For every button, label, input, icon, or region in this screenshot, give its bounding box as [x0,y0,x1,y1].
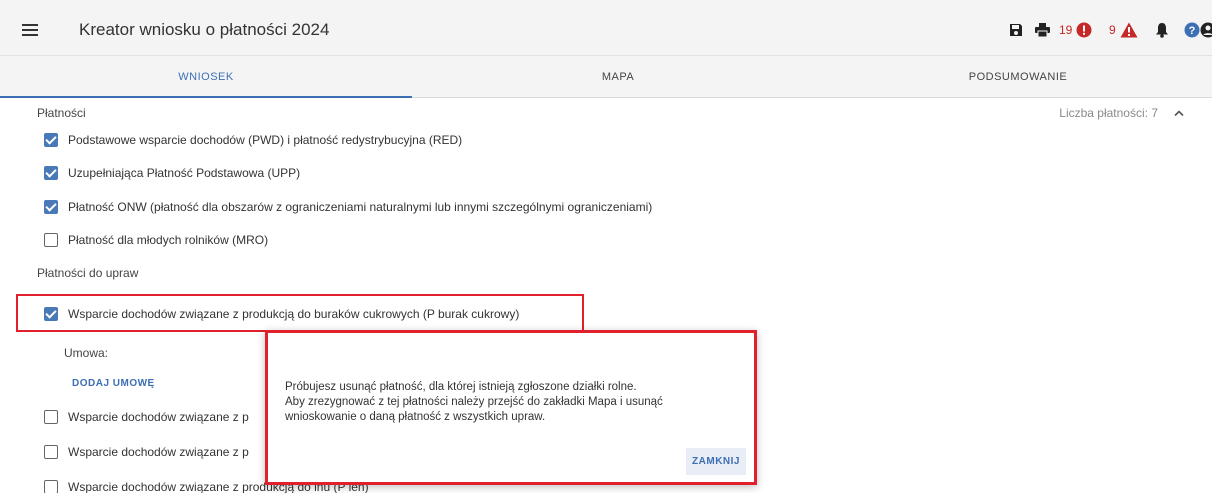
payments-count: Liczba płatności: 7 [1059,106,1158,120]
payment-item-upp[interactable]: Uzupełniająca Płatność Podstawowa (UPP) [44,164,300,182]
dialog-message: Próbujesz usunąć płatność, dla której is… [285,380,745,425]
payment-label: Podstawowe wsparcie dochodów (PWD) i pła… [68,133,463,147]
page-title: Kreator wniosku o płatności 2024 [79,20,330,39]
payment-label: Płatność ONW (płatność dla obszarów z og… [68,200,653,214]
crop-payments-section-title: Płatności do upraw [37,266,139,280]
checkbox-unchecked[interactable] [44,480,58,493]
tab-podsumowanie[interactable]: PODSUMOWANIE [824,56,1212,98]
payment-label: Uzupełniająca Płatność Podstawowa (UPP) [68,166,301,180]
checkbox-unchecked[interactable] [44,445,58,459]
contract-label: Umowa: [64,346,109,360]
app-header: Kreator wniosku o płatności 2024 19 9 ? [0,0,1212,56]
add-contract-button[interactable]: DODAJ UMOWĘ [72,378,155,389]
close-dialog-button[interactable]: ZAMKNIJ [686,448,746,475]
checkbox-checked[interactable] [44,166,58,180]
error-icon[interactable] [1076,22,1092,38]
payment-item-mro[interactable]: Płatność dla młodych rolników (MRO) [44,231,268,249]
svg-text:?: ? [1189,25,1196,37]
checkbox-unchecked[interactable] [44,410,58,424]
bell-icon[interactable] [1155,22,1169,38]
crop-payment-sugar-beet[interactable]: Wsparcie dochodów związane z produkcją d… [44,305,519,323]
help-icon[interactable]: ? [1184,22,1200,38]
tab-bar: WNIOSEK MAPA PODSUMOWANIE [0,56,1212,98]
alert-dialog: Próbujesz usunąć płatność, dla której is… [265,330,757,485]
warning-count[interactable]: 9 [1109,23,1116,37]
crop-payment-item[interactable]: Wsparcie dochodów związane z p [44,408,249,426]
account-icon[interactable] [1200,22,1212,38]
save-icon[interactable] [1009,22,1023,38]
payment-item-onw[interactable]: Płatność ONW (płatność dla obszarów z og… [44,198,652,216]
checkbox-checked[interactable] [44,307,58,321]
crop-payment-label: Wsparcie dochodów związane z produkcją d… [68,307,520,321]
payments-section-title: Płatności [37,106,86,120]
checkbox-checked[interactable] [44,200,58,214]
warning-icon[interactable] [1120,22,1138,38]
checkbox-unchecked[interactable] [44,233,58,247]
chevron-up-icon[interactable] [1174,109,1184,117]
crop-payment-label: Wsparcie dochodów związane z p [68,410,249,424]
dialog-line-3: wnioskowanie o daną płatność z wszystkic… [285,411,546,423]
crop-payment-label: Wsparcie dochodów związane z p [68,445,249,459]
dialog-line-1: Próbujesz usunąć płatność, dla której is… [285,381,637,393]
error-count[interactable]: 19 [1059,23,1072,37]
tab-mapa[interactable]: MAPA [412,56,824,98]
tab-wniosek[interactable]: WNIOSEK [0,56,412,98]
print-icon[interactable] [1035,22,1050,38]
menu-icon[interactable] [22,24,38,36]
payment-item-pwd[interactable]: Podstawowe wsparcie dochodów (PWD) i pła… [44,131,462,149]
dialog-line-2: Aby zrezygnować z tej płatności należy p… [285,396,663,408]
checkbox-checked[interactable] [44,133,58,147]
crop-payment-item[interactable]: Wsparcie dochodów związane z p [44,443,249,461]
payment-label: Płatność dla młodych rolników (MRO) [68,233,269,247]
